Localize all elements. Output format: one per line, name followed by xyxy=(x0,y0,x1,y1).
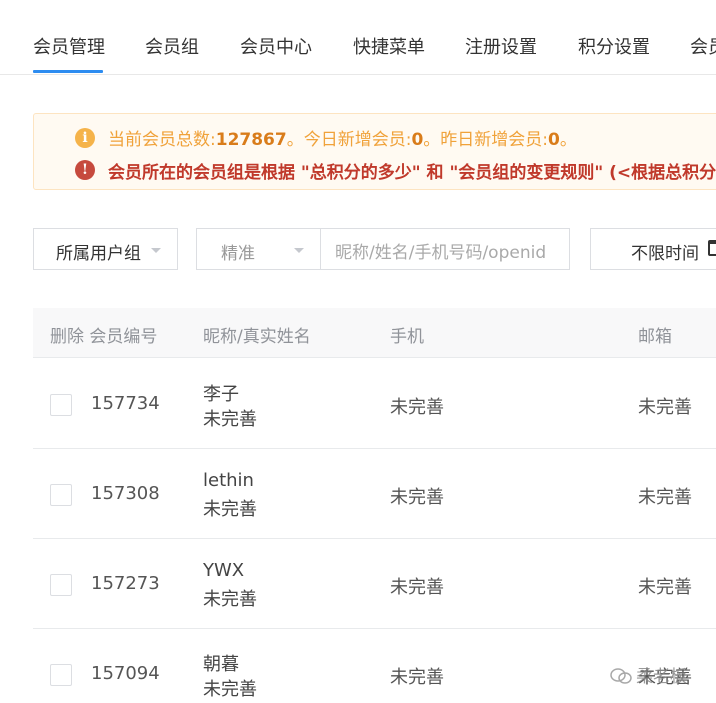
match-mode-select[interactable]: 精准 xyxy=(196,228,321,270)
user-group-select-label: 所属用户组 xyxy=(56,244,141,264)
info-icon: i xyxy=(75,128,95,148)
tab-member-management[interactable]: 会员管理 xyxy=(33,33,105,59)
member-email: 未完善 xyxy=(638,397,692,418)
member-id: 157734 xyxy=(91,393,160,414)
wechat-icon xyxy=(610,668,632,684)
tab-member-center[interactable]: 会员中心 xyxy=(240,33,312,59)
member-email: 未完善 xyxy=(638,577,692,598)
alert-icon: ! xyxy=(75,160,95,180)
header-phone: 手机 xyxy=(390,327,424,347)
tab-register-settings[interactable]: 注册设置 xyxy=(465,33,537,59)
watermark: 柔老板 xyxy=(610,662,687,687)
today-value: 0 xyxy=(411,130,424,150)
chevron-down-icon xyxy=(294,248,304,253)
member-phone: 未完善 xyxy=(390,487,444,508)
today-label: 。今日新增会员: xyxy=(286,130,412,150)
member-id: 157094 xyxy=(91,663,160,684)
user-group-select[interactable]: 所属用户组 xyxy=(33,228,178,270)
search-input[interactable]: 昵称/姓名/手机号码/openid xyxy=(320,228,570,270)
member-nickname: lethin xyxy=(203,470,254,491)
member-phone: 未完善 xyxy=(390,577,444,598)
tab-quick-menu[interactable]: 快捷菜单 xyxy=(353,33,425,59)
header-delete-id: 删除 会员编号 xyxy=(50,327,158,347)
member-id: 157273 xyxy=(91,573,160,594)
member-nickname: 李子 xyxy=(203,384,239,405)
row-checkbox[interactable] xyxy=(50,394,72,416)
tab-points-settings[interactable]: 积分设置 xyxy=(578,33,650,59)
tab-member-group[interactable]: 会员组 xyxy=(145,33,199,59)
table-row: 157273 YWX 未完善 未完善 未完善 xyxy=(33,539,716,629)
watermark-text: 柔老板 xyxy=(636,667,687,687)
member-nickname: YWX xyxy=(203,560,245,581)
row-checkbox[interactable] xyxy=(50,484,72,506)
header-name: 昵称/真实姓名 xyxy=(203,327,311,347)
member-phone: 未完善 xyxy=(390,397,444,418)
active-tab-indicator xyxy=(33,70,103,73)
chevron-down-icon xyxy=(151,248,161,253)
stats-end: 。 xyxy=(559,130,577,150)
table-header: 删除 会员编号 昵称/真实姓名 手机 邮箱 xyxy=(33,308,716,358)
total-label: 当前会员总数: xyxy=(108,130,216,150)
match-mode-select-label: 精准 xyxy=(221,244,255,264)
tab-bar: 会员管理 会员组 会员中心 快捷菜单 注册设置 积分设置 会员 xyxy=(0,0,716,75)
table-row: 157308 lethin 未完善 未完善 未完善 xyxy=(33,449,716,539)
row-checkbox[interactable] xyxy=(50,664,72,686)
member-realname: 未完善 xyxy=(203,679,257,700)
group-rule-text: 会员所在的会员组是根据 "总积分的多少" 和 "会员组的变更规则" (<根据总积… xyxy=(108,163,716,183)
member-id: 157308 xyxy=(91,483,160,504)
total-value: 127867 xyxy=(215,130,287,150)
tab-member-more[interactable]: 会员 xyxy=(690,33,716,59)
member-realname: 未完善 xyxy=(203,409,257,430)
row-checkbox[interactable] xyxy=(50,574,72,596)
member-email: 未完善 xyxy=(638,487,692,508)
member-stats-text: 当前会员总数:127867。今日新增会员:0。昨日新增会员:0。 xyxy=(108,125,577,150)
time-range-select-label: 不限时间 xyxy=(631,244,699,264)
time-range-select[interactable]: 不限时间 xyxy=(590,228,716,270)
member-stats-notice: i 当前会员总数:127867。今日新增会员:0。昨日新增会员:0。 ! 会员所… xyxy=(33,113,716,190)
member-nickname: 朝暮 xyxy=(203,654,239,675)
header-email: 邮箱 xyxy=(638,327,672,347)
table-row: 157734 李子 未完善 未完善 未完善 xyxy=(33,359,716,449)
yesterday-value: 0 xyxy=(548,130,560,150)
calendar-icon xyxy=(708,240,716,256)
member-phone: 未完善 xyxy=(390,667,444,688)
member-realname: 未完善 xyxy=(203,589,257,610)
member-realname: 未完善 xyxy=(203,499,257,520)
yesterday-label: 。昨日新增会员: xyxy=(423,130,549,150)
